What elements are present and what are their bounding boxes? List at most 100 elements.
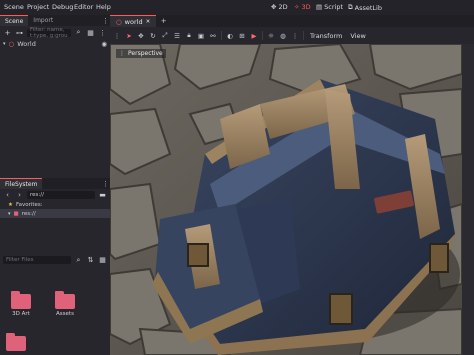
grid-view-icon[interactable]: ▦ <box>98 256 107 265</box>
tab-import[interactable]: Import <box>28 15 58 26</box>
add-tab-icon[interactable]: + <box>159 17 168 26</box>
tab-world[interactable]: ○ world ✕ <box>110 15 157 28</box>
workspace-2d-label: 2D <box>278 3 288 11</box>
perspective-label: Perspective <box>128 50 163 57</box>
folder-icon <box>55 291 75 309</box>
folder-3d-art[interactable]: 3D Art <box>6 291 36 317</box>
folder-grid: 3D Art Assets <box>6 291 80 317</box>
chevron-down-icon[interactable]: ▾ <box>8 211 11 217</box>
2d-icon: ✥ <box>271 3 277 11</box>
folder-partial[interactable] <box>6 333 26 351</box>
filesystem-dock: FileSystem ⋮ ‹ › res:// ▬ ★ Favorites: ▾… <box>0 178 110 355</box>
add-node-icon[interactable]: + <box>3 28 12 37</box>
menu-editor[interactable]: Editor <box>74 3 93 11</box>
folder-small-icon: ■ <box>13 210 19 217</box>
path-row: ‹ › res:// ▬ <box>0 189 110 200</box>
file-filter-input[interactable]: Filter Files <box>3 256 71 264</box>
favorites-label: Favorites: <box>15 201 43 208</box>
back-arrow-icon[interactable]: ‹ <box>3 190 12 199</box>
scene-toolbar: + ⊶ Filter: name, t:type, g:grou ⌕ ▦ ⋮ <box>0 26 110 39</box>
workspace-script-label: Script <box>324 3 344 11</box>
3d-icon: ✧ <box>294 3 300 11</box>
script-attach-icon[interactable]: ▦ <box>86 28 95 37</box>
vertical-scrollbar[interactable] <box>462 44 474 355</box>
camera-icon[interactable]: ▶ <box>250 32 258 40</box>
folder-icon <box>11 291 31 309</box>
path-input[interactable]: res:// <box>27 190 95 199</box>
menu-project[interactable]: Project <box>27 3 49 11</box>
script-icon: ▤ <box>316 3 323 11</box>
dock-menu-icon[interactable]: ⋮ <box>101 179 110 188</box>
select-icon[interactable]: ➤ <box>125 32 133 40</box>
menu-help[interactable]: Help <box>96 3 111 11</box>
link-icon[interactable]: ⊶ <box>15 28 24 37</box>
folder-icon <box>6 333 26 351</box>
menu-bar: Scene Project Debug Editor Help ✥ 2D ✧ 3… <box>0 0 474 15</box>
menu-icon[interactable]: ⋮ <box>113 32 121 40</box>
search-icon[interactable]: ⌕ <box>74 28 83 37</box>
scene-dock-tabs: Scene Import ⋮ <box>0 15 110 26</box>
workspace-assetlib-button[interactable]: ⧉ AssetLib <box>348 3 382 12</box>
3d-viewport[interactable]: ⋮ Perspective <box>110 44 462 355</box>
node3d-icon: ○ <box>8 40 15 48</box>
file-filter-placeholder: Filter Files <box>6 257 34 263</box>
more-icon[interactable]: ⋮ <box>291 32 299 40</box>
scene-tabs: ○ world ✕ + <box>110 15 474 27</box>
lock-icon[interactable]: 🔒︎ <box>185 31 193 40</box>
viewport-toolbar: ⋮ ➤ ✥ ↻ ⤢ ☰ 🔒︎ ▣ ⚯ ◐ ⊞ ▶ ☼ ◍ ⋮ Transform… <box>110 27 474 44</box>
folder-assets[interactable]: Assets <box>50 291 80 317</box>
transform-menu[interactable]: Transform <box>308 32 344 40</box>
local-space-icon[interactable]: ◐ <box>226 32 234 40</box>
search-icon[interactable]: ⌕ <box>74 256 83 265</box>
menu-icon[interactable]: ⋮ <box>98 28 107 37</box>
viewport-render <box>110 44 462 355</box>
scene-filter-input[interactable]: Filter: name, t:type, g:grou <box>27 26 71 39</box>
view-menu[interactable]: View <box>348 32 367 40</box>
dock-menu-icon[interactable]: ⋮ <box>101 16 110 25</box>
folder-label: 3D Art <box>12 311 30 317</box>
workspace-assetlib-label: AssetLib <box>354 3 382 12</box>
res-label: res:// <box>21 210 36 217</box>
file-filter-row: Filter Files ⌕ ⇅ ▦ <box>0 254 110 266</box>
folder-label: Assets <box>56 311 74 317</box>
sort-icon[interactable]: ⇅ <box>86 256 95 265</box>
visibility-eye-icon[interactable]: ◉ <box>101 40 110 48</box>
menu-scene[interactable]: Scene <box>4 3 24 11</box>
close-icon[interactable]: ✕ <box>146 16 151 28</box>
group-icon[interactable]: ▣ <box>197 32 205 40</box>
environment-icon[interactable]: ◍ <box>279 32 287 40</box>
assetlib-icon: ⧉ <box>348 3 353 11</box>
root-node-label: World <box>17 40 36 48</box>
split-view-icon[interactable]: ▬ <box>98 190 107 199</box>
tree-row-world[interactable]: ▾ ○ World ◉ <box>0 39 110 49</box>
path-value: res:// <box>30 191 44 198</box>
separator <box>303 31 304 40</box>
separator <box>221 31 222 40</box>
move-icon[interactable]: ✥ <box>137 32 145 40</box>
rotate-icon[interactable]: ↻ <box>149 32 157 40</box>
tab-world-label: world <box>124 17 143 26</box>
scene-filter-placeholder: Filter: name, t:type, g:grou <box>30 26 68 39</box>
node3d-icon: ○ <box>116 17 122 26</box>
chevron-down-icon[interactable]: ▾ <box>3 41 6 47</box>
sun-icon[interactable]: ☼ <box>267 32 275 40</box>
separator <box>262 31 263 40</box>
main-editor: ○ world ✕ + ⋮ ➤ ✥ ↻ ⤢ ☰ 🔒︎ ▣ ⚯ ◐ ⊞ ▶ ☼ ◍… <box>110 15 474 355</box>
tab-filesystem[interactable]: FileSystem <box>0 178 43 189</box>
tab-scene[interactable]: Scene <box>0 15 29 26</box>
workspace-3d-button[interactable]: ✧ 3D <box>294 3 311 11</box>
filesystem-tabbar: FileSystem ⋮ <box>0 178 110 189</box>
bone-icon[interactable]: ⚯ <box>209 32 217 40</box>
snap-icon[interactable]: ⊞ <box>238 32 246 40</box>
favorites-row[interactable]: ★ Favorites: <box>0 200 110 209</box>
menu-debug[interactable]: Debug <box>52 3 73 11</box>
menu-icon: ⋮ <box>119 50 125 57</box>
res-row[interactable]: ▾ ■ res:// <box>0 209 110 218</box>
workspace-2d-button[interactable]: ✥ 2D <box>271 3 288 11</box>
scale-icon[interactable]: ⤢ <box>161 31 169 40</box>
list-select-icon[interactable]: ☰ <box>173 32 181 40</box>
star-icon: ★ <box>8 201 13 208</box>
forward-arrow-icon[interactable]: › <box>15 190 24 199</box>
perspective-button[interactable]: ⋮ Perspective <box>116 49 166 58</box>
workspace-script-button[interactable]: ▤ Script <box>316 3 343 11</box>
